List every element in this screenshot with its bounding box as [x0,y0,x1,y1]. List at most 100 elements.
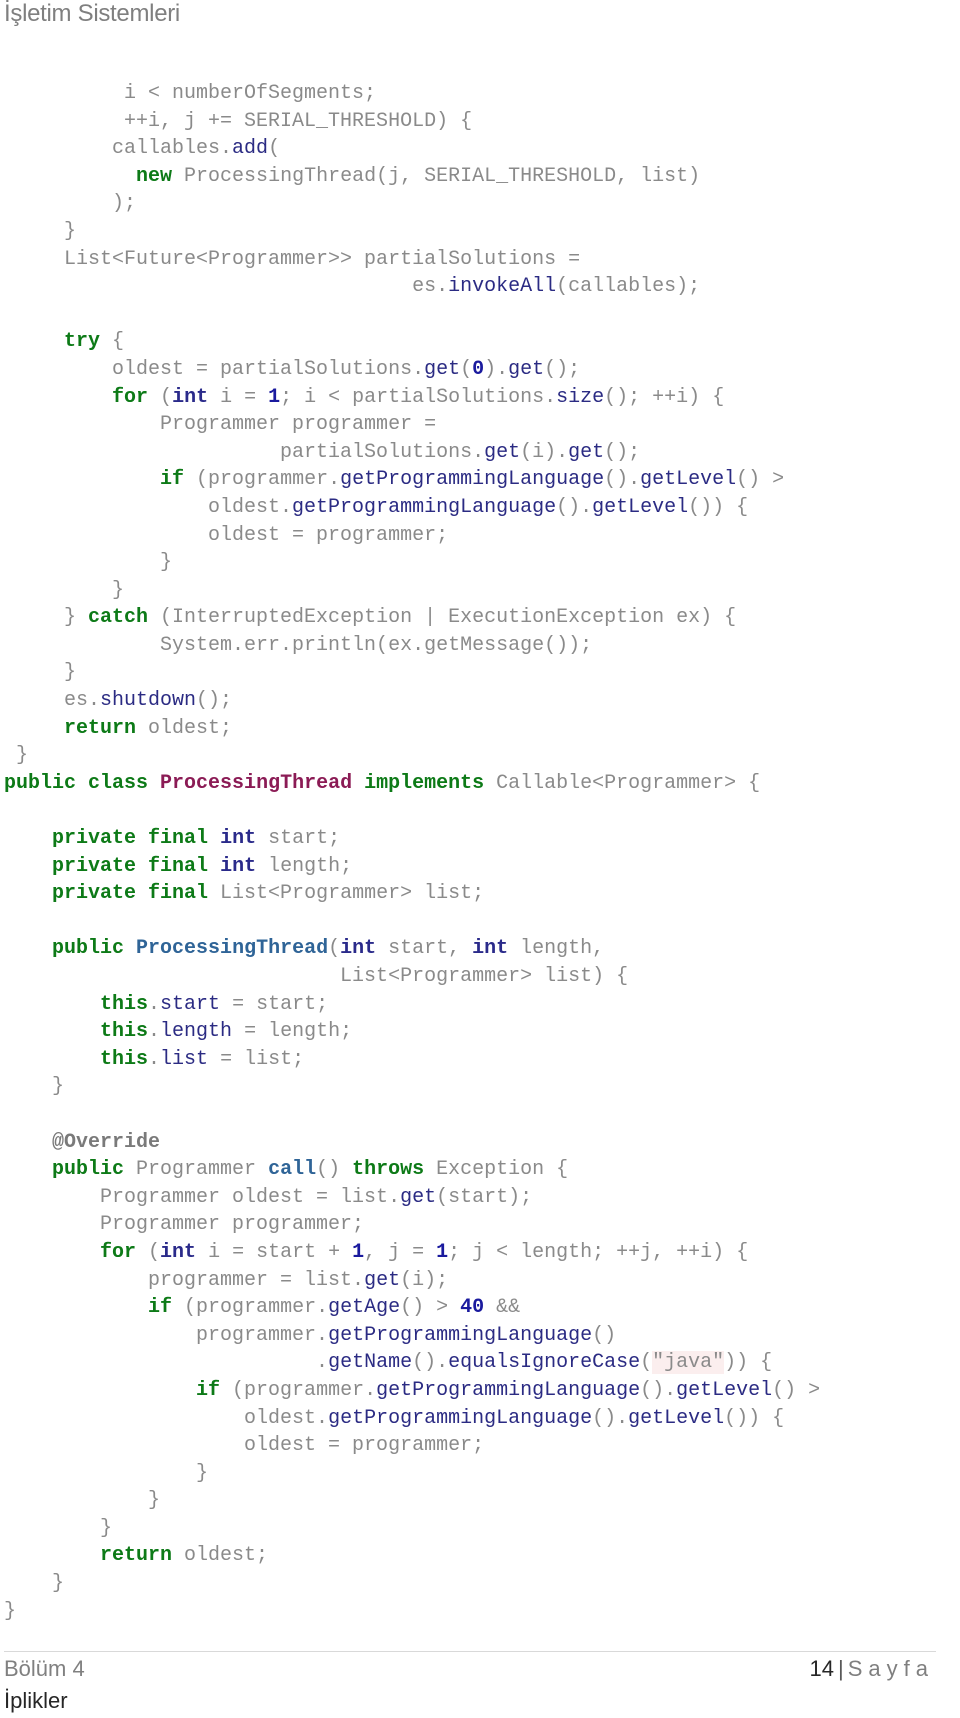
code-text: List<Programmer> list) { [4,965,629,988]
code-text: )) { [724,1351,773,1375]
code-line: return oldest; [4,715,820,743]
code-text: } [4,578,125,602]
code-text: . [148,1047,161,1071]
code-type: int [340,937,377,961]
code-method: getProgrammingLanguage [328,1406,593,1430]
code-keyword: this [100,1047,149,1071]
code-text: } [4,744,29,768]
code-text: () > [772,1378,821,1402]
code-text: (programmer. [220,1378,377,1402]
code-number: 1 [268,385,281,409]
code-method: getProgrammingLanguage [340,468,605,492]
code-line: } [4,1570,820,1598]
code-keyword: new [136,164,173,188]
footer-divider [4,1651,936,1652]
code-text: start; [256,827,341,851]
code-method: shutdown [100,689,197,713]
code-keyword: private final [52,827,209,851]
code-text: (InterruptedException | ExecutionExcepti… [148,606,737,630]
code-number: 1 [352,1240,365,1264]
code-text: partialSolutions. [4,440,485,464]
code-text: List<Programmer> list; [208,882,485,906]
code-text: (i); [400,1268,449,1292]
code-line: } [4,1598,820,1626]
code-method: getLevel [640,468,737,492]
code-text: oldest. [4,495,293,519]
code-text: ( [328,937,341,961]
code-type: int [172,385,209,409]
code-line: callables.add( [4,135,820,163]
code-text: ()) { [688,495,749,519]
document-header-title: İşletim Sistemleri [4,0,180,27]
code-method: get [364,1268,401,1292]
code-method: getName [328,1351,413,1375]
code-text: i < numberOfSegments; [4,82,377,105]
code-text: ); [4,192,137,216]
code-text: . [4,1351,329,1375]
code-text: Exception { [424,1158,569,1182]
code-text: ()) { [724,1406,785,1430]
code-line: @Override [4,1129,820,1157]
code-line: try { [4,328,820,356]
code-line: return oldest; [4,1542,820,1570]
code-line: Programmer programmer; [4,1211,820,1239]
code-text: System.err.println(ex.getMessage()); [4,633,593,657]
code-method: getProgrammingLanguage [328,1323,593,1347]
code-listing: i < numberOfSegments; ++i, j += SERIAL_T… [4,80,820,1625]
code-keyword: return [64,716,137,740]
footer-chapter: Bölüm 4 [4,1656,85,1681]
code-text: programmer = list. [4,1268,365,1292]
code-method: getLevel [676,1378,773,1402]
code-text: () [316,1158,353,1182]
code-line: public ProcessingThread(int start, int l… [4,935,820,963]
code-keyword: public [52,1158,125,1182]
code-text: length; [256,854,353,878]
code-line: new ProcessingThread(j, SERIAL_THRESHOLD… [4,163,820,191]
code-keyword: if [148,1296,173,1320]
code-declaration: ProcessingThread [136,937,329,961]
code-type: int [160,1240,197,1264]
code-text: ; i < partialSolutions. [280,385,557,409]
code-line: if (programmer.getProgrammingLanguage().… [4,1377,820,1405]
code-text: es. [4,275,449,299]
code-line: es.shutdown(); [4,687,820,715]
code-text: (); [544,357,581,381]
code-line: Programmer oldest = list.get(start); [4,1184,820,1212]
code-method: get [508,357,545,381]
code-method: get [400,1185,437,1209]
code-keyword: if [160,468,185,492]
code-line: private final List<Programmer> list; [4,880,820,908]
code-text: Callable<Programmer> { [484,771,761,795]
code-line: this.start = start; [4,991,820,1019]
code-line: Programmer programmer = [4,411,820,439]
code-keyword: return [100,1544,173,1568]
code-line: } [4,549,820,577]
code-text: List<Future<Programmer>> partialSolution… [4,247,581,271]
code-line: oldest = programmer; [4,522,820,550]
footer-page-indicator: 14 | Sayfa [810,1656,934,1682]
code-line: this.length = length; [4,1018,820,1046]
code-text: } [4,1075,65,1099]
code-text: = start; [220,992,329,1016]
code-text: (). [592,1406,629,1430]
code-text: (). [412,1351,449,1375]
code-text: Programmer programmer = [4,413,437,437]
code-text: } [4,219,77,243]
code-text: (i). [520,440,569,464]
code-number: 0 [472,357,485,381]
code-line: List<Future<Programmer>> partialSolution… [4,246,820,274]
code-method: length [160,1020,233,1044]
